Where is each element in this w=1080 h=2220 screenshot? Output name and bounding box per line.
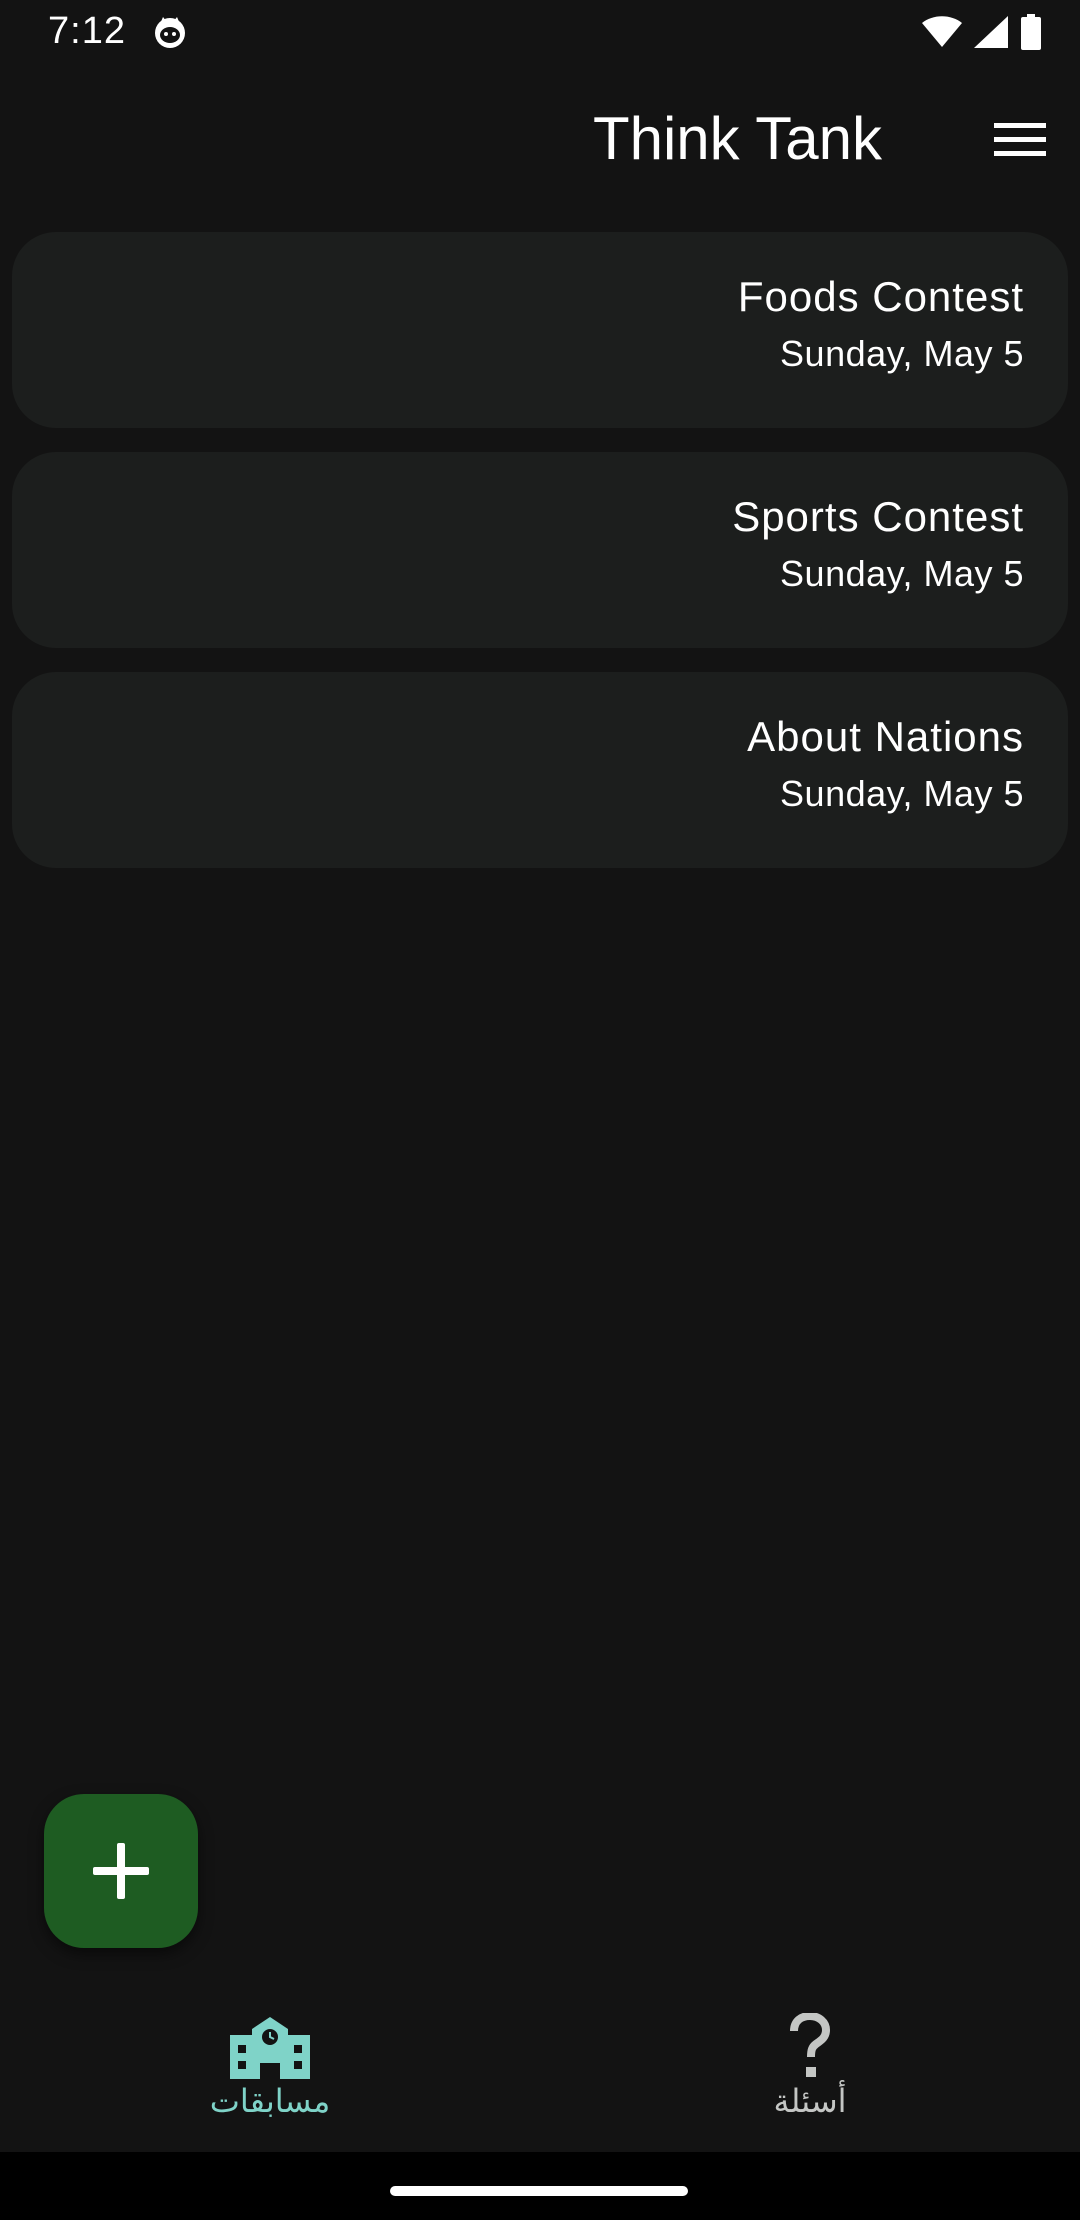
nav-icon-wrap xyxy=(225,2012,315,2080)
nav-label-questions: أسئلة xyxy=(773,2082,847,2120)
menu-button[interactable] xyxy=(986,110,1054,170)
gesture-handle[interactable] xyxy=(390,2186,688,2196)
screen: 7:12 Think Tank Foods Contest Sunday, Ma… xyxy=(0,0,1080,2220)
contest-card-nations[interactable]: About Nations Sunday, May 5 xyxy=(12,672,1068,868)
question-mark-icon xyxy=(790,2013,831,2077)
contest-date: Sunday, May 5 xyxy=(780,553,1024,594)
nav-icon-wrap xyxy=(765,2012,855,2080)
status-time: 7:12 xyxy=(48,10,126,52)
app-title: Think Tank xyxy=(592,105,882,172)
school-icon xyxy=(230,2017,310,2079)
contest-date: Sunday, May 5 xyxy=(780,333,1024,374)
contest-name: Sports Contest xyxy=(732,493,1024,540)
status-icons xyxy=(922,14,1042,50)
bottom-nav: مسابقات أسئلة xyxy=(0,1996,1080,2152)
nav-label-contests: مسابقات xyxy=(209,2082,331,2120)
contest-card-foods[interactable]: Foods Contest Sunday, May 5 xyxy=(12,232,1068,428)
contest-date: Sunday, May 5 xyxy=(780,773,1024,814)
nav-item-questions[interactable]: أسئلة xyxy=(540,1996,1080,2152)
wifi-icon xyxy=(922,16,962,47)
cat-icon xyxy=(155,17,185,48)
plus-icon xyxy=(93,1843,149,1899)
add-contest-button[interactable] xyxy=(44,1794,198,1948)
hamburger-menu-icon xyxy=(994,123,1046,156)
battery-icon xyxy=(1021,14,1041,50)
contest-name: Foods Contest xyxy=(737,273,1024,320)
nav-item-contests[interactable]: مسابقات xyxy=(0,1996,540,2152)
contest-card-sports[interactable]: Sports Contest Sunday, May 5 xyxy=(12,452,1068,648)
contest-name: About Nations xyxy=(747,713,1024,760)
app-bar: Think Tank xyxy=(0,66,1080,216)
contest-list: Foods Contest Sunday, May 5 Sports Conte… xyxy=(12,232,1068,892)
signal-icon xyxy=(974,16,1008,48)
gesture-area xyxy=(0,2152,1080,2220)
status-bar: 7:12 xyxy=(0,0,1080,66)
